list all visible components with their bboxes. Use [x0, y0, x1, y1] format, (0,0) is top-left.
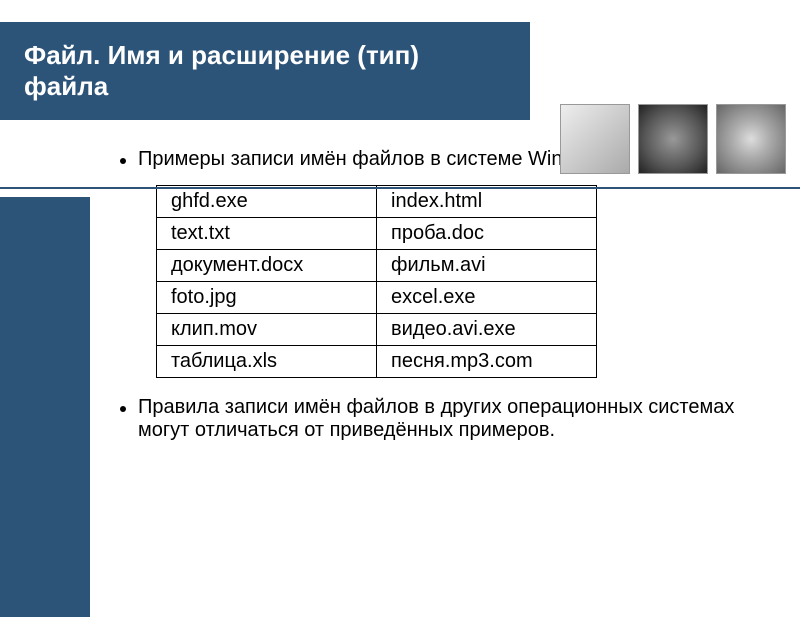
table-cell: проба.doc: [377, 218, 597, 250]
table-cell: таблица.xls: [157, 346, 377, 378]
table-cell: excel.exe: [377, 282, 597, 314]
decor-keyboard-image: [560, 104, 630, 174]
table-cell: фильм.avi: [377, 250, 597, 282]
table-cell: песня.mp3.com: [377, 346, 597, 378]
outro-bullet: Правила записи имён файлов в других опер…: [120, 396, 760, 442]
table-row: документ.docx фильм.avi: [157, 250, 597, 282]
table-row: ghfd.exe index.html: [157, 186, 597, 218]
decor-lens-image: [716, 104, 786, 174]
table-row: таблица.xls песня.mp3.com: [157, 346, 597, 378]
side-accent-bar: [0, 197, 90, 617]
table-cell: text.txt: [157, 218, 377, 250]
bullet-icon: [120, 406, 126, 412]
slide-title: Файл. Имя и расширение (тип) файла: [24, 40, 506, 102]
decor-disc-image: [638, 104, 708, 174]
table-row: клип.mov видео.avi.exe: [157, 314, 597, 346]
filename-examples-table: ghfd.exe index.html text.txt проба.doc д…: [156, 185, 597, 378]
slide-title-bar: Файл. Имя и расширение (тип) файла: [0, 22, 530, 120]
table-row: text.txt проба.doc: [157, 218, 597, 250]
table-cell: видео.avi.exe: [377, 314, 597, 346]
table-row: foto.jpg excel.exe: [157, 282, 597, 314]
table-cell: документ.docx: [157, 250, 377, 282]
table-cell: ghfd.exe: [157, 186, 377, 218]
table-cell: клип.mov: [157, 314, 377, 346]
intro-text: Примеры записи имён файлов в системе Win…: [138, 148, 615, 171]
outro-text: Правила записи имён файлов в других опер…: [138, 396, 760, 442]
bullet-icon: [120, 158, 126, 164]
table-cell: index.html: [377, 186, 597, 218]
divider-line: [0, 187, 800, 189]
table-cell: foto.jpg: [157, 282, 377, 314]
content-area: Примеры записи имён файлов в системе Win…: [120, 148, 760, 442]
decor-images: [560, 104, 786, 174]
